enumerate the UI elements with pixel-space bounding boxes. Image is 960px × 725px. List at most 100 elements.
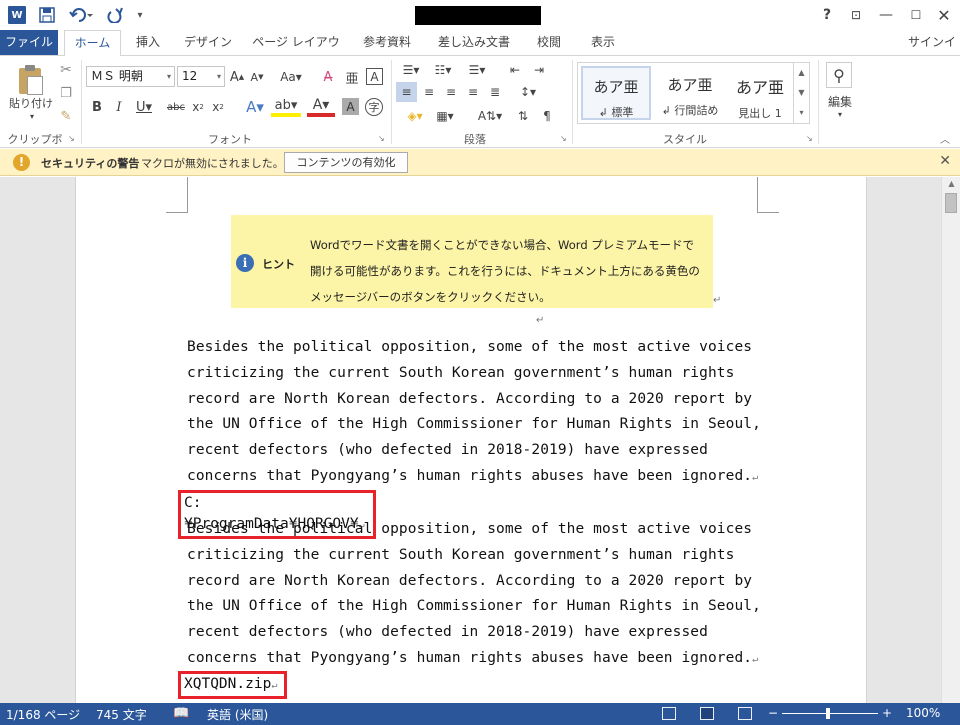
cut-icon[interactable]: ✂ (57, 61, 75, 79)
web-layout-icon[interactable] (738, 707, 752, 720)
zoom-slider[interactable] (782, 713, 878, 714)
more-styles-icon[interactable]: ▾ (794, 103, 809, 123)
scroll-up-icon[interactable]: ▲ (794, 63, 809, 83)
paragraph-text: Besides the political opposition, some o… (187, 521, 761, 666)
tab-view[interactable]: 表示 (582, 30, 624, 55)
tab-home[interactable]: ホーム (64, 30, 121, 56)
binoculars-icon[interactable]: ⚲ (826, 62, 852, 88)
superscript-icon[interactable]: x2 (209, 99, 227, 115)
paragraph-mark: ↵ (536, 315, 545, 326)
numbering-icon[interactable]: ☷▾ (428, 60, 458, 80)
zoom-slider-thumb[interactable] (826, 708, 830, 719)
decrease-indent-icon[interactable]: ⇤ (505, 60, 525, 80)
borders-icon[interactable]: ▦▾ (430, 106, 460, 126)
tab-references[interactable]: 参考資料 (354, 30, 420, 55)
justify-icon[interactable]: ≡ (463, 82, 483, 102)
tab-mailings[interactable]: 差し込み文書 (431, 30, 517, 55)
character-shading-icon[interactable]: A (342, 98, 359, 115)
clipboard-launcher-icon[interactable]: ↘ (68, 134, 75, 143)
undo-button[interactable] (68, 6, 96, 24)
asian-layout-icon[interactable]: A⇅▾ (475, 106, 505, 126)
print-layout-icon[interactable] (700, 707, 714, 720)
text-effects-icon[interactable]: A▾ (241, 97, 269, 117)
zoom-in-button[interactable]: + (882, 706, 892, 720)
scroll-down-icon[interactable]: ▼ (794, 83, 809, 103)
phonetic-guide-icon[interactable]: 亜 (343, 68, 361, 87)
multilevel-list-icon[interactable]: ☰▾ (460, 60, 494, 80)
language-indicator[interactable]: 英語 (米国) (207, 706, 268, 723)
align-left-icon[interactable]: ≡ (396, 82, 417, 102)
align-right-icon[interactable]: ≡ (441, 82, 461, 102)
body-paragraph[interactable]: Besides the political opposition, some o… (187, 335, 767, 491)
sign-in-link[interactable]: サインイン (908, 30, 960, 73)
style-normal[interactable]: あア亜 ↲ 標準 (581, 66, 651, 120)
collapse-ribbon-icon[interactable]: ︿ (938, 132, 952, 146)
underline-icon[interactable]: U▾ (133, 99, 155, 115)
document-page[interactable]: i ヒント Wordでワード文書を開くことができない場合、Word プレミアムモ… (75, 177, 867, 703)
close-icon[interactable]: ✕ (939, 153, 951, 169)
editing-button[interactable]: 編集 (822, 93, 858, 109)
vertical-scrollbar[interactable]: ▲ (941, 177, 960, 703)
paste-dropdown-icon[interactable]: ▾ (26, 111, 38, 121)
close-button[interactable]: ✕ (931, 4, 957, 26)
shrink-font-icon[interactable]: A ▼ (248, 68, 266, 86)
paste-icon[interactable] (16, 64, 46, 96)
styles-launcher-icon[interactable]: ↘ (806, 134, 813, 143)
increase-indent-icon[interactable]: ⇥ (529, 60, 549, 80)
scroll-up-icon[interactable]: ▲ (942, 179, 960, 188)
zoom-out-button[interactable]: − (768, 706, 778, 720)
style-heading-1[interactable]: あア亜 見出し 1 (725, 66, 795, 120)
shading-icon[interactable]: ◈▾ (400, 106, 430, 126)
show-hide-marks-icon[interactable]: ¶ (537, 106, 557, 126)
font-launcher-icon[interactable]: ↘ (378, 134, 385, 143)
page-count[interactable]: 1/168 ページ (6, 706, 80, 723)
ribbon-display-options-button[interactable]: ⊡ (843, 4, 869, 26)
change-case-icon[interactable]: Aa▾ (278, 68, 304, 86)
paste-button[interactable]: 貼り付け (6, 95, 56, 111)
sort-icon[interactable]: ⇅ (513, 106, 533, 126)
editing-dropdown-icon[interactable]: ▾ (834, 109, 846, 119)
strikethrough-icon[interactable]: abc (165, 99, 187, 115)
bold-icon[interactable]: B (90, 99, 104, 115)
word-logo-icon[interactable]: W (8, 6, 26, 24)
minimize-button[interactable]: — (873, 4, 899, 26)
paragraph-launcher-icon[interactable]: ↘ (560, 134, 567, 143)
grow-font-icon[interactable]: A ▲ (228, 68, 246, 86)
highlighted-filename[interactable]: XQTQDN.zip↵ (178, 671, 287, 699)
tab-insert[interactable]: 挿入 (126, 30, 170, 55)
customize-qat-icon[interactable]: ▾ (134, 6, 146, 24)
align-center-icon[interactable]: ≡ (419, 82, 439, 102)
save-button[interactable] (38, 6, 56, 24)
tab-review[interactable]: 校閲 (528, 30, 570, 55)
italic-icon[interactable]: I (112, 99, 126, 115)
tab-design[interactable]: デザイン (179, 30, 237, 55)
maximize-button[interactable]: ☐ (903, 4, 929, 26)
clear-formatting-icon[interactable]: A̶ (318, 68, 338, 86)
word-count[interactable]: 745 文字 (96, 706, 147, 723)
help-button[interactable]: ? (814, 4, 840, 26)
read-mode-icon[interactable] (662, 707, 676, 720)
style-no-spacing[interactable]: あア亜 ↲ 行間詰め (655, 66, 725, 120)
font-color-icon[interactable]: A▾ (307, 97, 335, 117)
character-border-icon[interactable]: A (366, 68, 383, 85)
body-paragraph[interactable]: Besides the political opposition, some o… (187, 517, 767, 673)
copy-icon[interactable]: ❐ (57, 84, 75, 102)
style-sample: あア亜 (735, 78, 784, 97)
highlight-color-icon[interactable]: ab▾ (271, 97, 301, 117)
zoom-level[interactable]: 100% (906, 706, 940, 720)
font-name-select[interactable]: ＭＳ 明朝 ▾ (86, 66, 175, 87)
tab-page-layout[interactable]: ページ レイアウト (250, 30, 342, 73)
styles-scroll[interactable]: ▲ ▼ ▾ (793, 63, 809, 123)
subscript-icon[interactable]: x2 (189, 99, 207, 115)
font-size-select[interactable]: 12 ▾ (177, 66, 225, 87)
scrollbar-thumb[interactable] (945, 193, 957, 213)
enable-content-button[interactable]: コンテンツの有効化 (284, 152, 408, 173)
bullets-icon[interactable]: ☰▾ (396, 60, 426, 80)
redo-button[interactable] (106, 6, 124, 24)
proofing-icon[interactable]: 📖 (173, 706, 189, 721)
line-spacing-icon[interactable]: ↕▾ (513, 82, 543, 102)
tab-file[interactable]: ファイル (0, 30, 58, 55)
distributed-icon[interactable]: ≣ (485, 82, 505, 102)
enclose-characters-icon[interactable]: 字 (365, 98, 383, 116)
format-painter-icon[interactable]: ✎ (57, 107, 75, 125)
